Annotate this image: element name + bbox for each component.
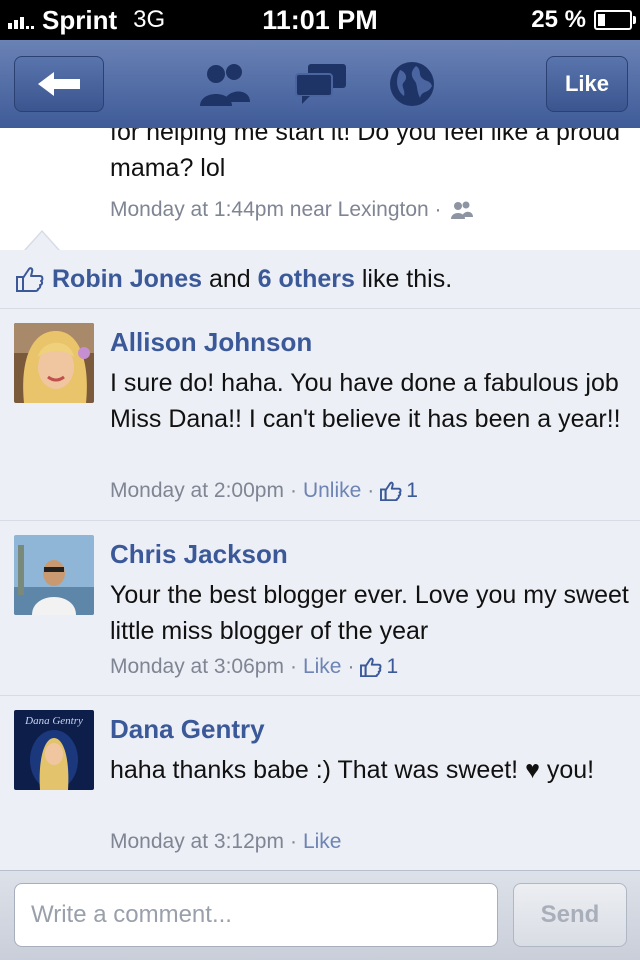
avatar[interactable]: [14, 323, 94, 403]
friends-icon: [200, 64, 250, 106]
comment-input[interactable]: [14, 883, 498, 947]
comment-likes[interactable]: 1: [380, 479, 418, 503]
likes-summary[interactable]: Robin Jones and 6 others like this.: [0, 250, 640, 309]
battery-group: 25 %: [531, 0, 636, 40]
comment-item: Chris Jackson Your the best blogger ever…: [0, 521, 640, 696]
post-text: for helping me start it! Do you feel lik…: [110, 128, 620, 182]
navigation-bar: Like: [0, 40, 640, 129]
comment-item: Dana Gentry Dana Gentry haha thanks babe…: [0, 696, 640, 870]
comment-text: I sure do! haha. You have done a fabulou…: [110, 369, 621, 433]
unlike-link[interactable]: Unlike: [303, 479, 361, 503]
comment-text: haha thanks babe :) That was sweet! ♥ yo…: [110, 756, 595, 784]
globe-icon: [390, 62, 434, 106]
status-bar: Sprint 3G 11:01 PM 25 %: [0, 0, 640, 40]
send-button[interactable]: Send: [513, 883, 627, 947]
like-count: 1: [406, 479, 418, 502]
comment-author[interactable]: Chris Jackson: [110, 539, 288, 570]
avatar[interactable]: [14, 535, 94, 615]
like-count: 1: [386, 655, 399, 678]
avatar[interactable]: Dana Gentry: [14, 710, 94, 790]
post-timestamp: Monday at 1:44pm near Lexington ·: [110, 198, 442, 221]
battery-icon: [594, 10, 636, 30]
back-button[interactable]: [14, 56, 104, 112]
messages-icon: [295, 64, 346, 104]
like-post-button[interactable]: Like: [546, 56, 628, 112]
comment-meta: Monday at 3:12pm · Like: [110, 830, 342, 854]
comment-item: Allison Johnson I sure do! haha. You hav…: [0, 309, 640, 521]
liker-link[interactable]: Robin Jones: [52, 265, 202, 294]
comment-timestamp: Monday at 2:00pm: [110, 479, 284, 502]
like-comment-link[interactable]: Like: [303, 830, 342, 854]
messages-button[interactable]: [292, 60, 350, 108]
others-link[interactable]: 6 others: [258, 265, 355, 294]
like-comment-link[interactable]: Like: [303, 655, 342, 679]
caret-pointer-fill: [26, 232, 58, 250]
back-arrow-icon: [38, 72, 80, 96]
friend-requests-button[interactable]: [196, 60, 254, 108]
comment-timestamp: Monday at 3:12pm: [110, 830, 284, 853]
avatar-watermark: Dana Gentry: [24, 715, 83, 727]
comment-meta: Monday at 3:06pm · Like · 1: [110, 655, 399, 679]
thumbs-up-icon: [360, 657, 382, 677]
notifications-button[interactable]: [383, 60, 441, 108]
comment-likes[interactable]: 1: [360, 655, 398, 679]
thumbs-up-icon: [16, 266, 44, 292]
post-meta: Monday at 1:44pm near Lexington ·: [110, 198, 474, 222]
thumbs-up-icon: [380, 481, 402, 501]
comment-text: Your the best blogger ever. Love you my …: [110, 581, 629, 645]
post-content: for helping me start it! Do you feel lik…: [0, 128, 640, 251]
friends-privacy-icon: [450, 201, 473, 219]
app-screen: Sprint 3G 11:01 PM 25 % Like for helping…: [0, 0, 640, 960]
comment-composer: Send: [0, 870, 640, 960]
comment-timestamp: Monday at 3:06pm: [110, 655, 284, 678]
comment-meta: Monday at 2:00pm · Unlike · 1: [110, 479, 418, 503]
comment-author[interactable]: Allison Johnson: [110, 327, 312, 358]
likes-suffix: like this.: [354, 264, 453, 293]
comment-author[interactable]: Dana Gentry: [110, 714, 265, 745]
battery-percent: 25 %: [531, 6, 586, 33]
likes-and-text: and: [202, 264, 258, 293]
